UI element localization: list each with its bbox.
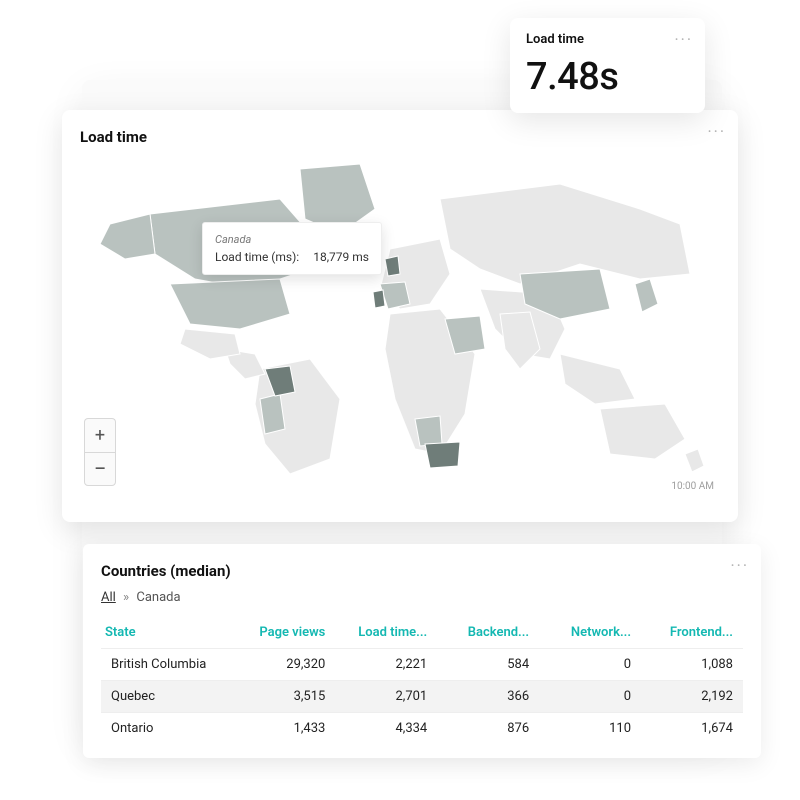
table-row[interactable]: British Columbia 29,320 2,221 584 0 1,08…	[101, 649, 743, 681]
col-frontend[interactable]: Frontend...	[641, 617, 743, 649]
col-pageviews[interactable]: Page views	[233, 617, 335, 649]
zoom-in-button[interactable]: +	[84, 418, 116, 452]
cell-backend: 366	[437, 681, 539, 713]
map-card: Load time ···	[62, 110, 738, 522]
cell-network: 110	[539, 713, 641, 745]
zoom-out-button[interactable]: −	[84, 452, 116, 486]
map-timestamp: 10:00 AM	[671, 481, 714, 492]
map-tooltip: Canada Load time (ms): 18,779 ms	[202, 222, 382, 275]
table-row[interactable]: Ontario 1,433 4,334 876 110 1,674	[101, 713, 743, 745]
countries-card: Countries (median) ··· All » Canada Stat…	[83, 544, 761, 758]
zoom-controls: + −	[84, 418, 116, 486]
breadcrumb: All » Canada	[101, 590, 743, 605]
world-map[interactable]: Canada Load time (ms): 18,779 ms + − 10:…	[80, 154, 720, 494]
cell-state: British Columbia	[101, 649, 233, 681]
cell-loadtime: 2,221	[335, 649, 437, 681]
cell-pageviews: 3,515	[233, 681, 335, 713]
tooltip-metric-value: 18,779 ms	[313, 250, 369, 264]
col-network[interactable]: Network...	[539, 617, 641, 649]
cell-backend: 584	[437, 649, 539, 681]
more-icon[interactable]: ···	[730, 558, 749, 574]
metric-value: 7.48s	[526, 55, 689, 99]
cell-loadtime: 4,334	[335, 713, 437, 745]
countries-title: Countries (median)	[101, 562, 743, 580]
table-row[interactable]: Quebec 3,515 2,701 366 0 2,192	[101, 681, 743, 713]
cell-network: 0	[539, 649, 641, 681]
cell-network: 0	[539, 681, 641, 713]
cell-frontend: 2,192	[641, 681, 743, 713]
countries-table: State Page views Load time... Backend...…	[101, 617, 743, 744]
breadcrumb-all[interactable]: All	[101, 590, 116, 605]
cell-frontend: 1,088	[641, 649, 743, 681]
tooltip-country: Canada	[215, 233, 369, 246]
metric-title: Load time	[526, 32, 689, 47]
more-icon[interactable]: ···	[674, 32, 693, 48]
cell-pageviews: 29,320	[233, 649, 335, 681]
cell-state: Ontario	[101, 713, 233, 745]
cell-frontend: 1,674	[641, 713, 743, 745]
more-icon[interactable]: ···	[707, 124, 726, 140]
metric-card: Load time ··· 7.48s	[510, 18, 705, 113]
breadcrumb-separator: »	[123, 590, 129, 605]
map-title: Load time	[80, 128, 720, 146]
cell-state: Quebec	[101, 681, 233, 713]
tooltip-metric-label: Load time (ms):	[215, 250, 299, 264]
col-state[interactable]: State	[101, 617, 233, 649]
col-loadtime[interactable]: Load time...	[335, 617, 437, 649]
cell-backend: 876	[437, 713, 539, 745]
cell-pageviews: 1,433	[233, 713, 335, 745]
breadcrumb-current: Canada	[136, 590, 180, 605]
cell-loadtime: 2,701	[335, 681, 437, 713]
col-backend[interactable]: Backend...	[437, 617, 539, 649]
